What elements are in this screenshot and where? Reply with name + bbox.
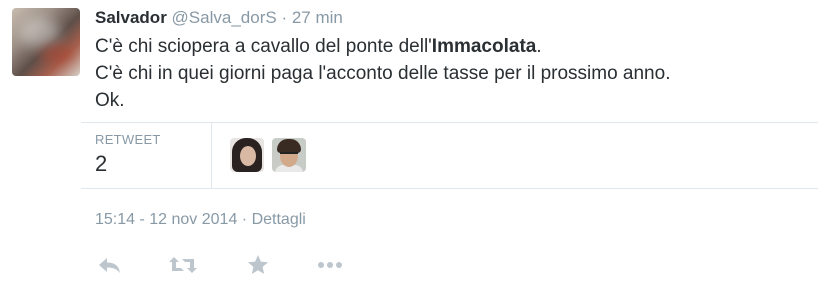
details-link[interactable]: Dettagli <box>252 211 306 228</box>
tweet-text-bold-word: Immacolata <box>431 36 537 57</box>
tweet-header: Salvador @Salva_dorS · 27 min <box>95 8 343 28</box>
retweeter-avatar-1[interactable] <box>230 138 264 172</box>
retweet-stat-count[interactable]: 2 <box>95 151 107 177</box>
reply-icon <box>99 258 120 273</box>
relative-time[interactable]: 27 min <box>292 8 343 27</box>
author-name[interactable]: Salvador <box>95 8 167 27</box>
retweet-button[interactable] <box>168 252 198 278</box>
retweet-stat-label[interactable]: RETWEET <box>95 132 161 147</box>
author-avatar[interactable] <box>12 8 80 76</box>
tweet-meta: 15:14 - 12 nov 2014 · Dettagli <box>95 211 306 229</box>
more-options-button[interactable] <box>315 252 345 278</box>
author-handle[interactable]: @Salva_dorS <box>172 8 277 27</box>
more-icon <box>318 262 342 268</box>
tweet-text-line-3: Ok. <box>95 90 125 111</box>
retweet-icon <box>169 257 197 273</box>
stats-bottom-divider <box>81 188 818 189</box>
meta-separator: · <box>241 211 248 228</box>
tweet-text-line-1-suffix: . <box>536 36 542 57</box>
tweet-text-line-1-prefix: C'è chi sciopera a cavallo del ponte del… <box>95 36 432 57</box>
tweet-text-line-2: C'è chi in quei giorni paga l'acconto de… <box>95 63 671 84</box>
tweet-text-line-1: C'è chi sciopera a cavallo del ponte del… <box>95 33 670 60</box>
header-separator: · <box>281 8 288 27</box>
retweeter-avatar-2[interactable] <box>272 138 306 172</box>
tweet-text: C'è chi sciopera a cavallo del ponte del… <box>95 33 670 114</box>
favorite-button[interactable] <box>243 252 273 278</box>
stats-vertical-divider <box>211 122 212 188</box>
reply-button[interactable] <box>95 252 125 278</box>
tweet-timestamp: 15:14 - 12 nov 2014 <box>95 211 238 228</box>
stats-top-divider <box>81 122 818 123</box>
favorite-icon <box>248 255 268 274</box>
